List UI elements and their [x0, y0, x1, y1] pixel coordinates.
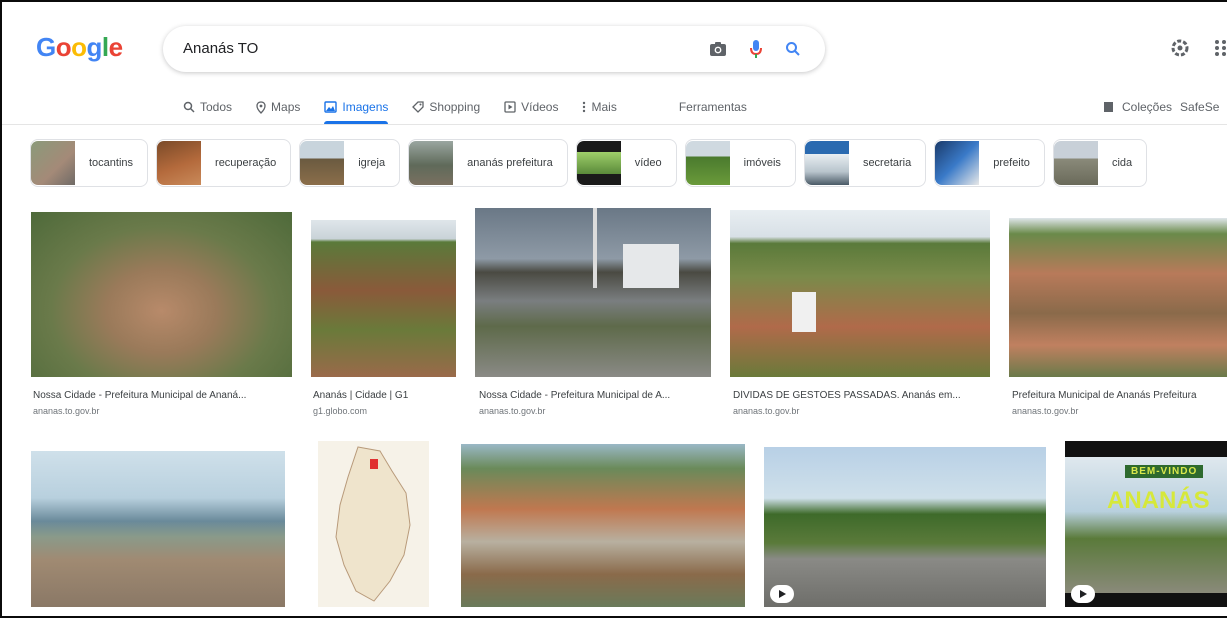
- chip-secretaria[interactable]: secretaria: [803, 139, 927, 187]
- chip-label: vídeo: [634, 157, 662, 169]
- search-box: [163, 26, 825, 72]
- chip-video[interactable]: vídeo: [575, 139, 677, 187]
- video-icon: [504, 101, 516, 113]
- tab-label: Shopping: [429, 100, 481, 114]
- chip-label: ananás prefeitura: [467, 157, 553, 169]
- bookmark-icon: [1104, 102, 1113, 112]
- search-tabs: Todos Maps Imagens Shopping Vídeos Mais …: [183, 94, 747, 124]
- chip-ananas-prefeitura[interactable]: ananás prefeitura: [408, 139, 568, 187]
- result-title[interactable]: Prefeitura Municipal de Ananás Prefeitur…: [1012, 390, 1227, 401]
- chip-imoveis[interactable]: imóveis: [684, 139, 796, 187]
- play-icon: [1080, 590, 1087, 598]
- logo-letter: g: [86, 32, 103, 62]
- search-actions: [709, 36, 801, 62]
- result-source: ananas.to.gov.br: [733, 406, 800, 416]
- result-image[interactable]: [31, 212, 292, 377]
- google-logo[interactable]: Google: [36, 32, 123, 63]
- play-button[interactable]: [1071, 585, 1095, 603]
- chip-cidade[interactable]: cida: [1052, 139, 1148, 187]
- chip-label: cida: [1111, 157, 1133, 169]
- chip-thumbnail: [685, 141, 730, 185]
- result-source: ananas.to.gov.br: [479, 406, 546, 416]
- more-icon: [583, 101, 586, 113]
- city-banner: ANANÁS: [1107, 487, 1210, 514]
- tools-button[interactable]: Ferramentas: [679, 100, 747, 114]
- chip-thumbnail: [804, 141, 849, 185]
- result-title[interactable]: Nossa Cidade - Prefeitura Municipal de A…: [33, 390, 291, 401]
- chip-recuperacao[interactable]: recuperação: [156, 139, 292, 187]
- result-video[interactable]: BEM-VINDO ANANÁS: [1065, 441, 1227, 607]
- tab-shopping[interactable]: Shopping: [412, 94, 480, 120]
- tab-videos[interactable]: Vídeos: [504, 94, 558, 120]
- tab-label: Imagens: [342, 100, 389, 114]
- gear-icon[interactable]: [1170, 38, 1190, 58]
- result-source: g1.globo.com: [313, 406, 368, 416]
- tocantins-map: [335, 446, 411, 602]
- tab-maps[interactable]: Maps: [256, 94, 300, 120]
- tab-label: Maps: [271, 100, 301, 114]
- tab-todos[interactable]: Todos: [183, 94, 232, 120]
- logo-letter: G: [36, 32, 56, 62]
- welcome-banner: BEM-VINDO: [1125, 465, 1204, 478]
- search-input[interactable]: [183, 40, 683, 57]
- chip-thumbnail: [409, 141, 454, 185]
- chip-label: recuperação: [215, 157, 277, 169]
- chip-thumbnail: [31, 141, 75, 185]
- search-icon[interactable]: [785, 41, 801, 57]
- related-chips: tocantins recuperação igreja ananás pref…: [30, 139, 1148, 187]
- header-divider: [2, 124, 1227, 125]
- collections-link[interactable]: Coleções: [1122, 100, 1172, 114]
- chip-label: tocantins: [89, 157, 134, 169]
- result-image[interactable]: [461, 444, 745, 607]
- result-image[interactable]: [311, 220, 456, 377]
- map-pin-icon: [256, 100, 266, 114]
- result-source: ananas.to.gov.br: [1012, 406, 1079, 416]
- tab-label: Todos: [200, 100, 233, 114]
- logo-letter: e: [108, 32, 123, 62]
- logo-letter: l: [101, 32, 109, 62]
- result-image[interactable]: [764, 447, 1046, 607]
- result-title[interactable]: Ananás | Cidade | G1: [313, 390, 456, 401]
- result-image[interactable]: [318, 441, 429, 607]
- image-icon: [324, 101, 338, 113]
- chip-label: prefeito: [993, 157, 1030, 169]
- logo-letter: o: [71, 32, 87, 62]
- right-tools: Coleções SafeSe: [1103, 94, 1219, 120]
- result-image[interactable]: [730, 210, 990, 377]
- chip-thumbnail: [576, 141, 621, 185]
- safesearch-link[interactable]: SafeSe: [1180, 100, 1219, 114]
- result-image[interactable]: [31, 451, 285, 607]
- result-image[interactable]: [475, 208, 711, 377]
- tab-imagens[interactable]: Imagens: [324, 94, 389, 124]
- chip-thumbnail: [1053, 141, 1098, 185]
- result-title[interactable]: Nossa Cidade - Prefeitura Municipal de A…: [479, 390, 711, 401]
- search-icon: [183, 101, 195, 113]
- result-source: ananas.to.gov.br: [33, 406, 100, 416]
- cross-pole: [593, 208, 597, 288]
- chip-igreja[interactable]: igreja: [299, 139, 401, 187]
- tab-mais[interactable]: Mais: [582, 94, 617, 120]
- play-button[interactable]: [770, 585, 794, 603]
- video-frame: BEM-VINDO ANANÁS: [1065, 457, 1227, 593]
- apps-grid-icon[interactable]: [1214, 38, 1226, 58]
- church-shape: [623, 244, 679, 288]
- chip-label: igreja: [358, 157, 386, 169]
- tab-label: Mais: [591, 100, 617, 114]
- chip-label: imóveis: [743, 157, 781, 169]
- chip-label: secretaria: [862, 157, 912, 169]
- mic-icon[interactable]: [749, 39, 763, 59]
- tab-label: Vídeos: [521, 100, 559, 114]
- chip-thumbnail: [935, 141, 980, 185]
- tag-icon: [412, 101, 425, 113]
- chip-tocantins[interactable]: tocantins: [30, 139, 149, 187]
- logo-letter: o: [55, 32, 72, 62]
- result-title[interactable]: DÍVIDAS DE GESTÕES PASSADAS. Ananás em..…: [733, 390, 989, 401]
- camera-icon[interactable]: [709, 41, 727, 57]
- chip-prefeito[interactable]: prefeito: [934, 139, 1045, 187]
- play-icon: [779, 590, 786, 598]
- chip-thumbnail: [300, 141, 345, 185]
- result-image[interactable]: [1009, 218, 1227, 377]
- building-shape: [792, 292, 816, 332]
- chip-thumbnail: [157, 141, 202, 185]
